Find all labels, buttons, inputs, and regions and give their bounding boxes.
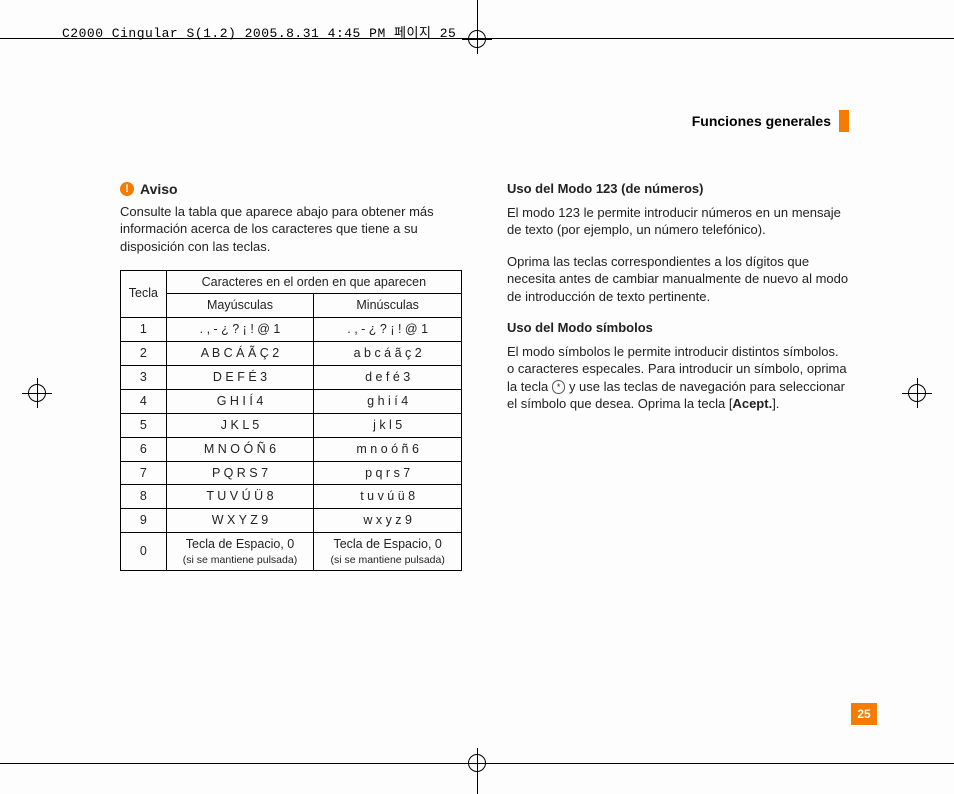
heading-symbols: Uso del Modo símbolos: [507, 319, 849, 337]
right-column: Uso del Modo 123 (de números) El modo 12…: [507, 180, 849, 571]
table-row: 5J K L 5j k l 5: [121, 413, 462, 437]
table-row: 6M N O Ó Ñ 6m n o ó ñ 6: [121, 437, 462, 461]
para-123a: El modo 123 le permite introducir número…: [507, 204, 849, 239]
page-number: 25: [851, 703, 877, 725]
para-symbols: El modo símbolos le permite introducir d…: [507, 343, 849, 413]
heading-123: Uso del Modo 123 (de números): [507, 180, 849, 198]
accept-label: Acept.: [732, 396, 772, 411]
registration-mark: [902, 378, 932, 408]
th-lower: Minúsculas: [314, 294, 462, 318]
th-order: Caracteres en el orden en que aparecen: [166, 270, 461, 294]
th-key: Tecla: [121, 270, 167, 318]
character-table: Tecla Caracteres en el orden en que apar…: [120, 270, 462, 572]
aviso-label: Aviso: [140, 180, 178, 199]
table-row: 1. , - ¿ ? ¡ ! @ 1. , - ¿ ? ¡ ! @ 1: [121, 318, 462, 342]
registration-mark: [22, 378, 52, 408]
section-header: Funciones generales: [692, 110, 849, 132]
left-column: ! Aviso Consulte la tabla que aparece ab…: [120, 180, 462, 571]
para-123b: Oprima las teclas correspondientes a los…: [507, 253, 849, 306]
table-row: 8T U V Ú Ü 8t u v ú ü 8: [121, 485, 462, 509]
accent-bar: [839, 110, 849, 132]
table-row: 4G H I Í 4g h i í 4: [121, 389, 462, 413]
table-row: 3D E F É 3d e f é 3: [121, 366, 462, 390]
table-row: 0Tecla de Espacio, 0(si se mantiene puls…: [121, 533, 462, 571]
alert-icon: !: [120, 182, 134, 196]
aviso-text: Consulte la tabla que aparece abajo para…: [120, 203, 462, 256]
star-key-icon: *: [552, 380, 566, 394]
th-upper: Mayúsculas: [166, 294, 314, 318]
section-title: Funciones generales: [692, 113, 831, 129]
table-row: 2A B C Á Ã Ç 2a b c á ã ç 2: [121, 342, 462, 366]
table-row: 9W X Y Z 9w x y z 9: [121, 509, 462, 533]
table-row: 7P Q R S 7p q r s 7: [121, 461, 462, 485]
